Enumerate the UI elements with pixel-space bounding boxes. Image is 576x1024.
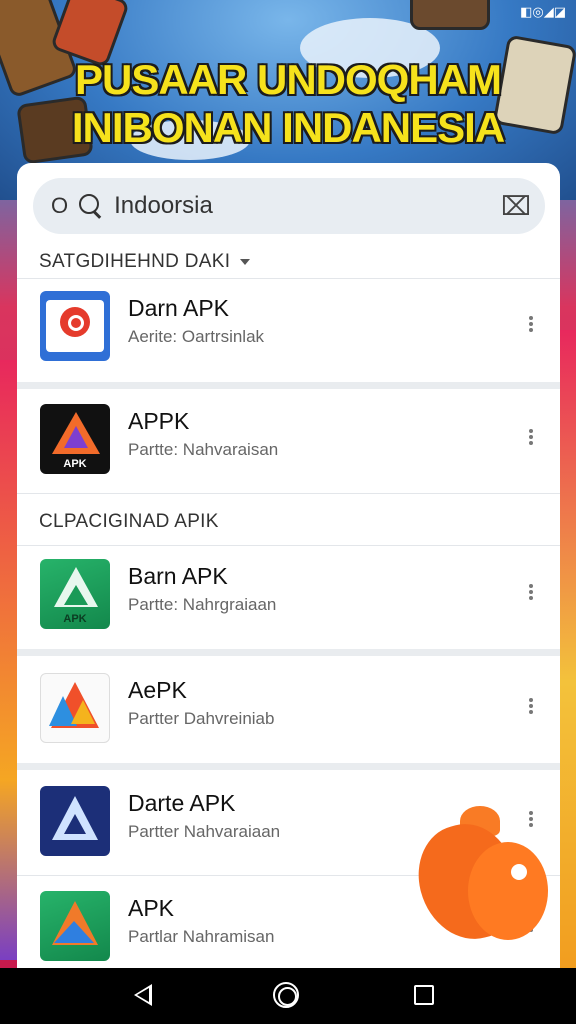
chevron-down-icon [240, 258, 251, 265]
decorative-stripe-right [558, 330, 576, 970]
divider [17, 763, 560, 770]
more-options-icon[interactable] [528, 427, 534, 447]
list-item[interactable]: AePK Partter Dahvreiniab [17, 663, 560, 757]
app-name: APPK [128, 408, 190, 434]
blue-triangle-app-icon [40, 786, 110, 856]
icon-label: APK [63, 458, 87, 470]
colorful-triangle-app-icon [40, 673, 110, 743]
app-publisher: Partter Dahvreiniab [128, 709, 275, 728]
divider [17, 545, 560, 546]
app-name: AePK [128, 677, 187, 703]
icon-shape [64, 585, 88, 605]
floating-mascot-button[interactable] [406, 806, 550, 951]
section-header-label: SATGDIHEHND DAKI [39, 251, 231, 272]
app-publisher: Partte: Nahrgraiaan [128, 595, 277, 614]
icon-shape [64, 426, 88, 448]
home-icon[interactable] [273, 982, 299, 1008]
list-item[interactable]: APK Barn APK Partte: Nahrgraiaan [17, 549, 560, 643]
divider [17, 278, 560, 279]
search-bar[interactable]: O Indoorsia ⌧ [33, 178, 545, 234]
section-header-1[interactable]: SATGDIHEHND DAKI [39, 251, 251, 273]
app-name: Barn APK [128, 563, 228, 589]
app-name: Darn APK [128, 295, 229, 321]
status-bar: ◧◎◢◪ [520, 2, 566, 22]
mascot-eye [511, 864, 527, 880]
app-name: Darte APK [128, 790, 236, 816]
orange-triangle-app-icon: APK [40, 404, 110, 474]
green-blue-triangle-app-icon [40, 891, 110, 961]
system-nav-bar [0, 968, 576, 1024]
section-header-label: CLPACIGINAD APIK [39, 511, 219, 532]
more-options-icon[interactable] [528, 696, 534, 716]
banner-line-1: PUSAAR UNDOQHAM [75, 56, 502, 103]
green-triangle-app-icon: APK [40, 559, 110, 629]
app-publisher: Aerite: Oartrsinlak [128, 327, 265, 346]
search-prefix: O [51, 193, 69, 218]
icon-shape [64, 814, 86, 834]
clear-search-icon[interactable]: ⌧ [501, 192, 531, 220]
more-options-icon[interactable] [528, 314, 534, 334]
list-item[interactable]: APK APPK Partte: Nahvaraisan [17, 394, 560, 488]
red-circle-app-icon [40, 291, 110, 361]
list-item[interactable]: Darn APK Aerite: Oartrsinlak [17, 281, 560, 375]
divider [17, 493, 560, 494]
promo-banner: PUSAAR UNDOQHAM INIBONAN INDANESIA [60, 56, 516, 152]
app-publisher: Partte: Nahvaraisan [128, 440, 279, 459]
search-icon [78, 193, 104, 219]
icon-shape [71, 700, 95, 724]
app-name: APK [128, 895, 175, 921]
divider [17, 382, 560, 389]
icon-label: APK [63, 613, 87, 625]
icon-dot [60, 307, 90, 337]
decorative-stripe-left [0, 360, 18, 960]
divider [17, 649, 560, 656]
banner-line-2: INIBONAN INDANESIA [71, 104, 505, 151]
app-publisher: Partlar Nahramisan [128, 927, 275, 946]
retro-phone-image [410, 0, 490, 30]
recent-apps-icon[interactable] [414, 985, 434, 1005]
search-input[interactable]: Indoorsia [114, 192, 501, 220]
status-icons: ◧◎◢◪ [520, 4, 566, 19]
icon-shape [54, 921, 94, 943]
back-icon[interactable] [134, 984, 152, 1006]
section-header-2: CLPACIGINAD APIK [39, 511, 219, 533]
app-publisher: Partter Nahvaraiaan [128, 822, 281, 841]
mascot-shape [468, 842, 548, 940]
more-options-icon[interactable] [528, 582, 534, 602]
